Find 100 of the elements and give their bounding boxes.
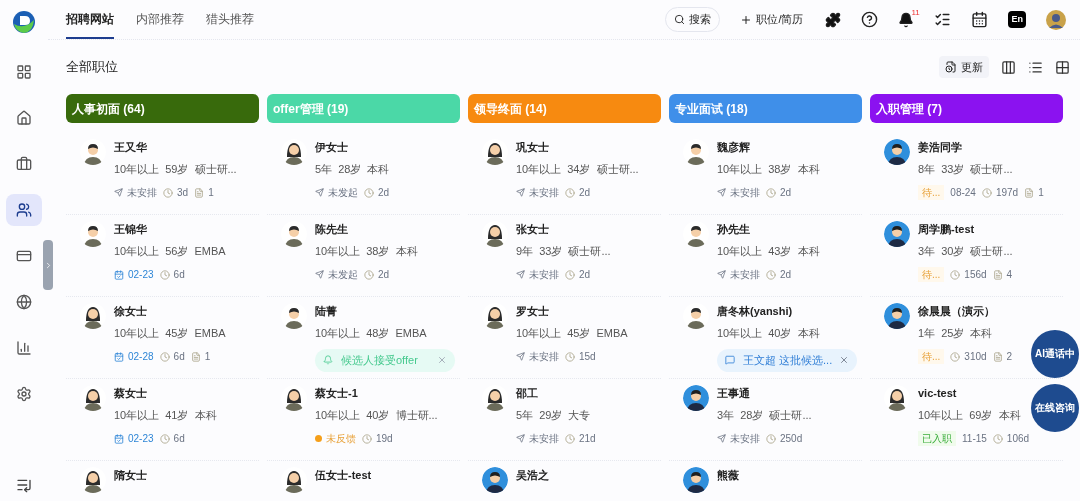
days-tag: 197d <box>981 185 1019 200</box>
candidate-name[interactable]: 王事通 <box>717 385 750 402</box>
candidate-detail: 硕士研... <box>596 161 639 177</box>
clock-icon <box>950 351 961 362</box>
comment-pill[interactable]: 王文超 这批候选... <box>717 349 857 372</box>
candidate-detail: 本科 <box>970 325 993 341</box>
logo-icon <box>12 10 36 34</box>
days-tag: 6d <box>159 267 185 282</box>
candidate-name[interactable]: 熊薇 <box>717 467 739 484</box>
candidate-name[interactable]: 罗女士 <box>516 303 549 320</box>
candidate-detail: 43岁 <box>768 243 792 259</box>
days-tag: 21d <box>565 431 596 446</box>
clock-icon <box>364 187 374 198</box>
clock-icon <box>159 351 170 362</box>
candidate-name[interactable]: 徐女士 <box>114 303 147 320</box>
clock-icon <box>766 187 776 198</box>
calendar-icon <box>114 433 124 444</box>
nav-tab[interactable]: 内部推荐 <box>136 0 184 39</box>
candidate-detail: 45岁 <box>567 325 591 341</box>
document-icon <box>1024 187 1035 198</box>
status-tag: 未安排 <box>717 185 760 200</box>
candidate-detail: 本科 <box>395 243 418 259</box>
candidate-detail: 10年以上 <box>315 325 361 341</box>
candidate-detail: 34岁 <box>567 161 591 177</box>
candidate-name[interactable]: 蔡女士-1 <box>315 385 358 402</box>
candidate-name[interactable]: 陈先生 <box>315 221 348 238</box>
candidate-name[interactable]: 邵工 <box>516 385 538 402</box>
calendar-icon[interactable] <box>971 11 989 28</box>
candidate-name[interactable]: 伊女士 <box>315 139 348 156</box>
candidate-name[interactable]: 隋女士 <box>114 467 147 484</box>
grid-view-icon[interactable] <box>1055 59 1070 75</box>
send-icon <box>516 188 525 197</box>
calendar-icon <box>114 269 124 280</box>
candidate-detail: 25岁 <box>941 325 965 341</box>
candidate-name[interactable]: 伍女士-test <box>315 467 372 484</box>
help-icon[interactable] <box>861 11 879 28</box>
floating-chat-button[interactable]: 在线咨询 <box>1031 384 1079 432</box>
count-tag: 1 <box>1024 185 1044 200</box>
kanban-view-icon[interactable] <box>1001 59 1016 75</box>
candidate-name[interactable]: 魏彦辉 <box>717 139 750 156</box>
clock-icon <box>766 433 776 444</box>
candidate-detail: 33岁 <box>539 243 563 259</box>
floating-chat-button[interactable]: AI通话中 <box>1031 330 1079 378</box>
candidate-name[interactable]: 巩女士 <box>516 139 549 156</box>
clock-icon <box>364 269 374 280</box>
candidate-detail: 41岁 <box>165 407 189 423</box>
candidate-name[interactable]: 吴浩之 <box>516 467 549 484</box>
clock-icon <box>950 269 961 280</box>
clock-icon <box>159 269 170 280</box>
date-tag: 02-23 <box>114 431 154 446</box>
candidate-detail: EMBA <box>596 325 628 341</box>
candidate-detail: 40岁 <box>366 407 390 423</box>
search-icon <box>674 14 686 25</box>
candidate-name[interactable]: 唐冬林(yanshi) <box>717 303 793 320</box>
candidate-name[interactable]: 姜浩同学 <box>918 139 962 156</box>
candidate-detail: 48岁 <box>366 325 390 341</box>
status-tag: 未发起 <box>315 185 358 200</box>
candidate-detail: 硕士研... <box>568 243 611 259</box>
clock-icon <box>565 187 575 198</box>
candidate-detail: 10年以上 <box>717 325 763 341</box>
update-button[interactable]: 更新 <box>939 55 989 79</box>
candidate-name[interactable]: 王锦华 <box>114 221 147 238</box>
collapse-handle[interactable] <box>43 240 53 290</box>
stage-header: 人事初面 (64) <box>66 94 259 123</box>
pending-tag: 待... <box>918 185 945 200</box>
candidate-name[interactable]: 蔡女士 <box>114 385 147 402</box>
candidate-name[interactable]: 孙先生 <box>717 221 750 238</box>
checklist-icon[interactable] <box>934 11 952 28</box>
date-tag: 02-23 <box>114 267 154 282</box>
candidate-detail: 40岁 <box>768 325 792 341</box>
candidate-name[interactable]: 陆菁 <box>315 303 337 320</box>
candidate-name[interactable]: 周学鹏-test <box>918 221 975 238</box>
stage-header: offer管理 (19) <box>267 94 460 123</box>
close-icon <box>839 355 849 366</box>
days-tag: 2d <box>565 267 591 282</box>
collapse-menu-icon[interactable] <box>16 477 32 493</box>
add-job-button[interactable]: 职位/简历 <box>740 11 804 28</box>
user-avatar[interactable] <box>1046 9 1066 30</box>
send-icon <box>516 270 525 279</box>
language-toggle[interactable]: En <box>1008 10 1026 29</box>
candidate-name[interactable]: 王又华 <box>114 139 147 156</box>
candidate-detail: 本科 <box>194 407 217 423</box>
candidate-detail: 5年 <box>516 407 534 423</box>
list-view-icon[interactable] <box>1028 59 1043 75</box>
people-icon[interactable] <box>6 194 42 226</box>
status-tag: 未安排 <box>516 349 559 364</box>
pending-tag: 待... <box>918 349 945 364</box>
candidate-detail: 10年以上 <box>717 161 763 177</box>
candidate-detail: 38岁 <box>768 161 792 177</box>
candidate-detail: 硕士研... <box>970 161 1013 177</box>
stage-header: 领导终面 (14) <box>468 94 661 123</box>
nav-tab[interactable]: 招聘网站 <box>66 0 114 39</box>
candidate-name[interactable]: 张女士 <box>516 221 549 238</box>
candidate-name[interactable]: 徐晨晨（演示） <box>918 303 995 320</box>
feedback-tag: 未反馈 <box>315 431 356 446</box>
candidate-name[interactable]: vic-test <box>918 385 957 402</box>
send-icon <box>315 270 324 279</box>
person-avatar <box>482 467 508 493</box>
nav-tab[interactable]: 猎头推荐 <box>206 0 254 39</box>
puzzle-icon[interactable] <box>825 11 842 28</box>
